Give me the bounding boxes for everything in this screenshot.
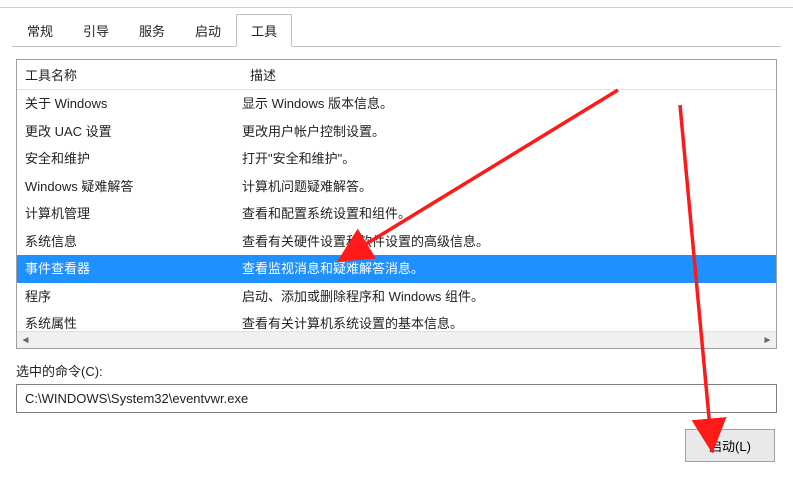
tab-bar: 常规引导服务启动工具: [0, 8, 793, 47]
row-name: 程序: [25, 287, 242, 307]
tab-2[interactable]: 服务: [124, 14, 180, 47]
row-desc: 打开"安全和维护"。: [242, 149, 768, 169]
scroll-left-icon[interactable]: ◄: [17, 332, 34, 349]
row-desc: 查看监视消息和疑难解答消息。: [242, 259, 768, 279]
table-row[interactable]: 事件查看器查看监视消息和疑难解答消息。: [17, 255, 776, 283]
row-name: Windows 疑难解答: [25, 177, 242, 197]
table-row[interactable]: 程序启动、添加或删除程序和 Windows 组件。: [17, 283, 776, 311]
row-desc: 更改用户帐户控制设置。: [242, 122, 768, 142]
tab-4[interactable]: 工具: [236, 14, 292, 47]
tools-list: 工具名称 描述 关于 Windows显示 Windows 版本信息。更改 UAC…: [16, 59, 777, 349]
list-body[interactable]: 关于 Windows显示 Windows 版本信息。更改 UAC 设置更改用户帐…: [17, 90, 776, 331]
row-name: 安全和维护: [25, 149, 242, 169]
selected-command-label: 选中的命令(C):: [16, 361, 777, 380]
row-desc: 显示 Windows 版本信息。: [242, 94, 768, 114]
table-row[interactable]: 安全和维护打开"安全和维护"。: [17, 145, 776, 173]
header-description[interactable]: 描述: [242, 60, 776, 89]
row-desc: 计算机问题疑难解答。: [242, 177, 768, 197]
table-row[interactable]: Windows 疑难解答计算机问题疑难解答。: [17, 173, 776, 201]
launch-button[interactable]: 启动(L): [685, 429, 775, 462]
row-name: 计算机管理: [25, 204, 242, 224]
list-header: 工具名称 描述: [17, 60, 776, 90]
table-row[interactable]: 系统属性查看有关计算机系统设置的基本信息。: [17, 310, 776, 331]
tab-0[interactable]: 常规: [12, 14, 68, 47]
row-desc: 启动、添加或删除程序和 Windows 组件。: [242, 287, 768, 307]
table-row[interactable]: 关于 Windows显示 Windows 版本信息。: [17, 90, 776, 118]
row-desc: 查看有关硬件设置和软件设置的高级信息。: [242, 232, 768, 252]
table-row[interactable]: 更改 UAC 设置更改用户帐户控制设置。: [17, 118, 776, 146]
header-tool-name[interactable]: 工具名称: [17, 60, 242, 89]
scroll-right-icon[interactable]: ►: [759, 332, 776, 349]
row-name: 系统属性: [25, 314, 242, 331]
row-name: 事件查看器: [25, 259, 242, 279]
row-name: 关于 Windows: [25, 94, 242, 114]
selected-command-input[interactable]: [16, 384, 777, 413]
row-name: 更改 UAC 设置: [25, 122, 242, 142]
row-name: 系统信息: [25, 232, 242, 252]
table-row[interactable]: 计算机管理查看和配置系统设置和组件。: [17, 200, 776, 228]
tab-3[interactable]: 启动: [180, 14, 236, 47]
tab-1[interactable]: 引导: [68, 14, 124, 47]
row-desc: 查看和配置系统设置和组件。: [242, 204, 768, 224]
horizontal-scrollbar[interactable]: ◄ ►: [17, 331, 776, 348]
titlebar: [0, 0, 793, 8]
table-row[interactable]: 系统信息查看有关硬件设置和软件设置的高级信息。: [17, 228, 776, 256]
row-desc: 查看有关计算机系统设置的基本信息。: [242, 314, 768, 331]
